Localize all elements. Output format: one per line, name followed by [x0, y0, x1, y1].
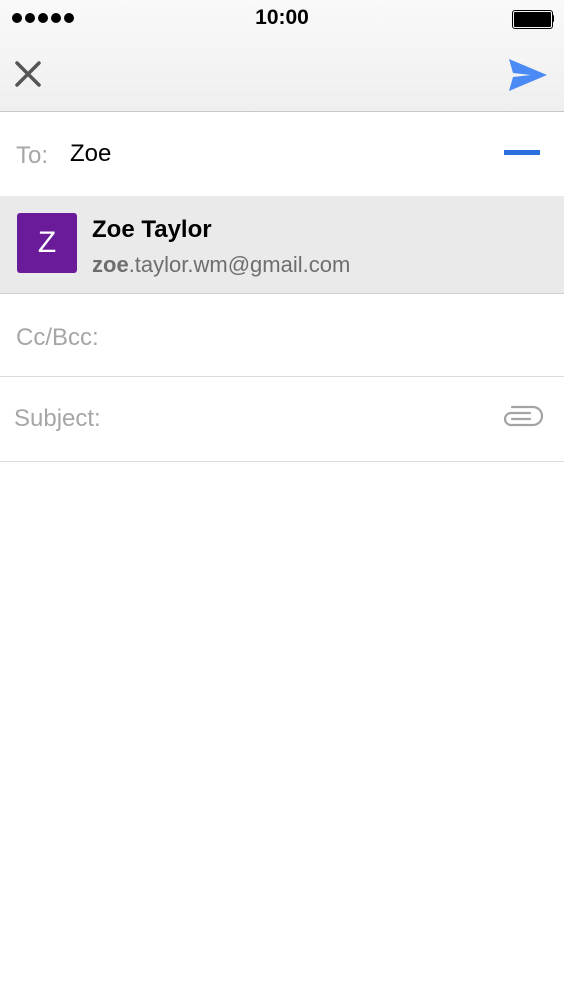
send-button[interactable] — [508, 56, 548, 94]
status-time: 10:00 — [255, 6, 309, 29]
status-bar: 10:00 — [0, 0, 564, 36]
paperclip-icon — [503, 405, 544, 427]
send-icon — [509, 59, 547, 91]
contact-email-match: zoe — [92, 252, 129, 277]
subject-label: Subject: — [14, 405, 101, 432]
close-button[interactable] — [10, 56, 46, 92]
avatar: Z — [17, 213, 77, 273]
contact-email: zoe.taylor.wm@gmail.com — [92, 252, 350, 278]
to-input-value[interactable]: Zoe — [70, 140, 111, 168]
cc-bcc-label: Cc/Bcc: — [16, 324, 99, 351]
contact-suggestion[interactable]: Z Zoe Taylor zoe.taylor.wm@gmail.com — [0, 196, 564, 294]
attach-button[interactable] — [500, 405, 544, 433]
to-label: To: — [16, 142, 49, 169]
contact-email-rest: .taylor.wm@gmail.com — [128, 252, 351, 277]
subject-field[interactable]: Subject: — [0, 377, 564, 462]
minus-icon — [504, 150, 540, 155]
header: 10:00 — [0, 0, 564, 112]
contact-name: Zoe Taylor — [92, 216, 212, 243]
close-icon — [15, 61, 41, 87]
compose-screen: 10:00 To: Zoe Z Zoe Taylor zoe.taylor.wm… — [0, 0, 564, 1001]
to-field[interactable]: To: Zoe — [0, 112, 564, 196]
cc-bcc-field[interactable]: Cc/Bcc: — [0, 294, 564, 377]
collapse-recipients-button[interactable] — [504, 150, 540, 158]
message-body[interactable] — [0, 462, 564, 1001]
battery-icon — [512, 10, 554, 29]
